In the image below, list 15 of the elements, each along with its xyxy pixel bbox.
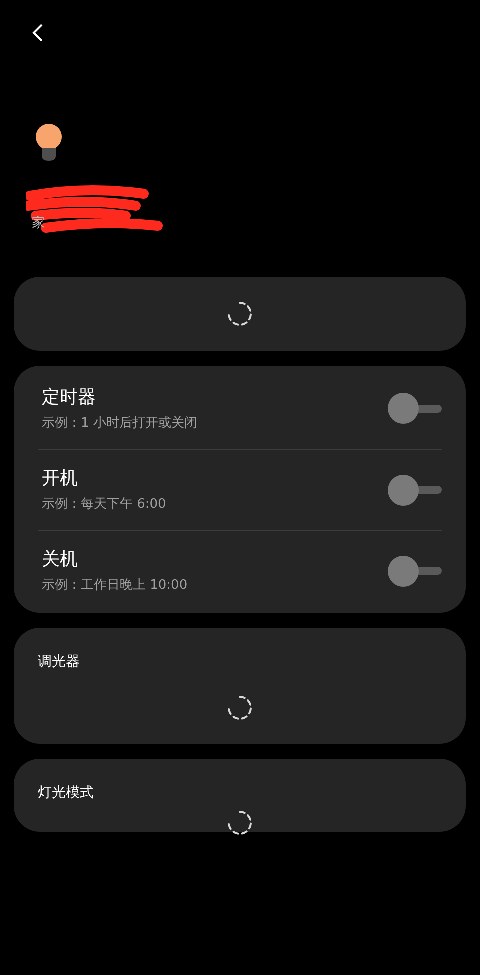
section-title: 灯光模式 xyxy=(38,784,95,803)
schedule-title: 开机 xyxy=(42,467,79,492)
light-bulb-icon xyxy=(34,124,64,164)
schedule-title: 关机 xyxy=(42,548,79,572)
schedule-example: 示例：工作日晚上 10:00 xyxy=(42,577,188,596)
schedule-example: 示例：每天下午 6:00 xyxy=(42,496,166,514)
section-title: 调光器 xyxy=(38,653,81,672)
loading-spinner-icon xyxy=(227,810,253,836)
loading-spinner-icon xyxy=(227,695,253,721)
schedule-example: 示例：1 小时后打开或关闭 xyxy=(42,414,198,433)
toggle-switch[interactable] xyxy=(388,554,442,588)
toggle-switch[interactable] xyxy=(388,392,442,426)
loading-spinner-icon xyxy=(227,301,253,327)
toggle-switch[interactable] xyxy=(388,473,442,507)
schedule-title: 定时器 xyxy=(42,386,97,410)
